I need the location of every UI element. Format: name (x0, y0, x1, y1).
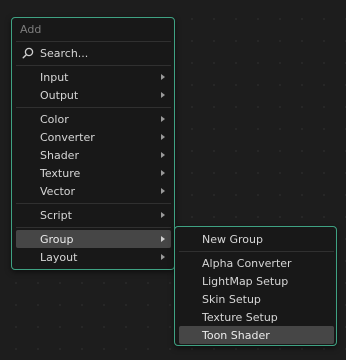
menu-item-label: Vector (40, 184, 76, 198)
menu-item-input[interactable]: Input (16, 68, 171, 86)
menu-item-label: Shader (40, 148, 79, 162)
group-submenu: New Group Alpha Converter LightMap Setup… (174, 226, 337, 346)
search-label: Search... (40, 46, 89, 60)
menu-item-label: Input (40, 70, 69, 84)
submenu-item-label: Alpha Converter (202, 256, 292, 270)
menu-item-label: Group (40, 232, 74, 246)
submenu-arrow-icon (161, 188, 165, 194)
menu-item-label: Converter (40, 130, 95, 144)
menu-item-label: Texture (40, 166, 81, 180)
submenu-item-skin-setup[interactable]: Skin Setup (179, 290, 334, 308)
menu-item-label: Output (40, 88, 79, 102)
menu-item-label: Color (40, 112, 69, 126)
submenu-item-label: LightMap Setup (202, 274, 289, 288)
submenu-item-label: Texture Setup (202, 310, 278, 324)
separator (16, 107, 171, 108)
submenu-arrow-icon (161, 116, 165, 122)
submenu-item-label: New Group (202, 232, 263, 246)
add-menu: Add Search... Input Output Color Convert… (11, 17, 175, 270)
menu-item-shader[interactable]: Shader (16, 146, 171, 164)
menu-item-group[interactable]: Group (16, 230, 171, 248)
submenu-item-label: Toon Shader (202, 328, 270, 342)
separator (179, 251, 334, 252)
menu-item-vector[interactable]: Vector (16, 182, 171, 200)
submenu-arrow-icon (161, 170, 165, 176)
submenu-arrow-icon (161, 236, 165, 242)
menu-item-output[interactable]: Output (16, 86, 171, 104)
submenu-item-new-group[interactable]: New Group (179, 230, 334, 248)
menu-item-label: Script (40, 208, 72, 222)
submenu-item-lightmap-setup[interactable]: LightMap Setup (179, 272, 334, 290)
submenu-item-texture-setup[interactable]: Texture Setup (179, 308, 334, 326)
separator (16, 41, 171, 42)
submenu-arrow-icon (161, 134, 165, 140)
menu-title: Add (20, 23, 42, 36)
submenu-arrow-icon (161, 212, 165, 218)
submenu-arrow-icon (161, 92, 165, 98)
menu-item-texture[interactable]: Texture (16, 164, 171, 182)
menu-item-color[interactable]: Color (16, 110, 171, 128)
menu-item-layout[interactable]: Layout (16, 248, 171, 266)
search-icon (22, 47, 34, 59)
submenu-item-label: Skin Setup (202, 292, 261, 306)
submenu-item-alpha-converter[interactable]: Alpha Converter (179, 254, 334, 272)
submenu-arrow-icon (161, 74, 165, 80)
submenu-arrow-icon (161, 254, 165, 260)
menu-item-converter[interactable]: Converter (16, 128, 171, 146)
search-field[interactable]: Search... (16, 44, 171, 62)
submenu-item-toon-shader[interactable]: Toon Shader (179, 326, 334, 344)
submenu-arrow-icon (161, 152, 165, 158)
separator (16, 203, 171, 204)
separator (16, 227, 171, 228)
menu-item-script[interactable]: Script (16, 206, 171, 224)
menu-item-label: Layout (40, 250, 78, 264)
separator (16, 65, 171, 66)
